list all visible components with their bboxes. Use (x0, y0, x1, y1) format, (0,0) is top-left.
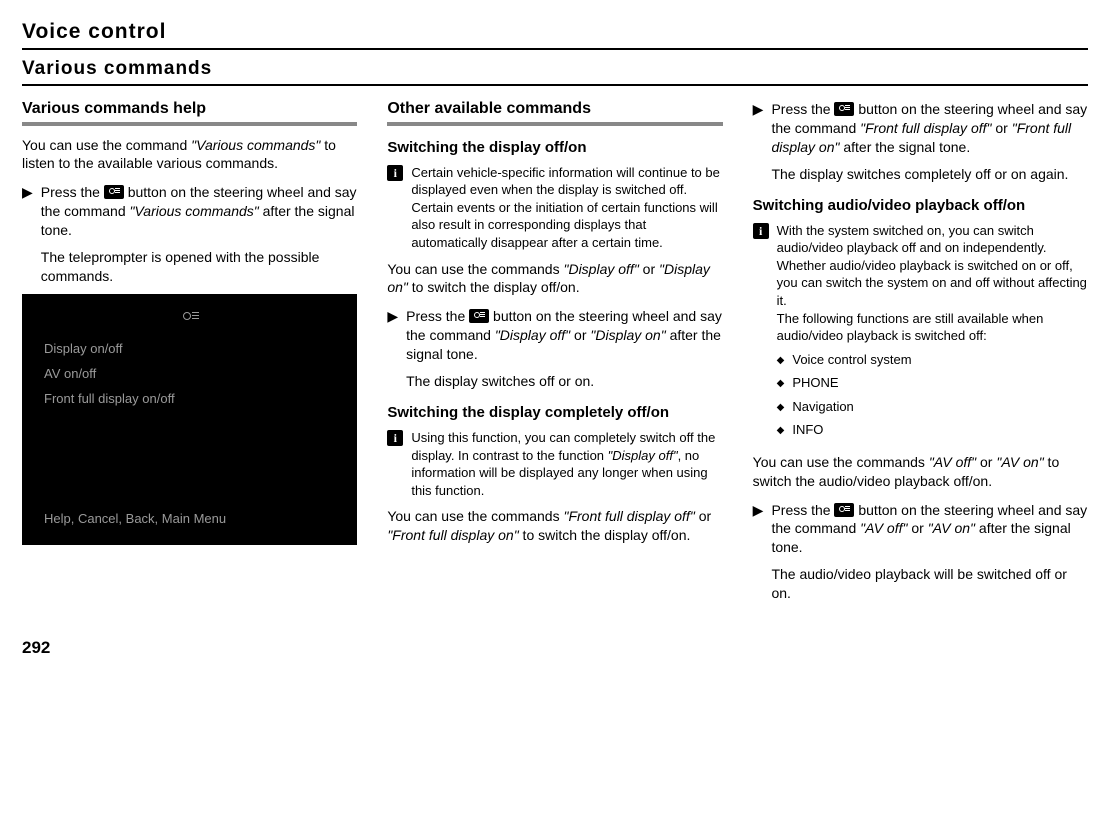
info-text: Certain vehicle-specific information wil… (411, 164, 722, 252)
list-item: ◆ PHONE (777, 374, 1088, 392)
screenshot-footer: Help, Cancel, Back, Main Menu (44, 470, 335, 528)
text: or (991, 120, 1011, 136)
text: to switch the display off/on. (408, 279, 580, 295)
result-text: The audio/video playback will be switche… (771, 565, 1088, 603)
bullet-icon: ◆ (777, 424, 785, 437)
result-text: The teleprompter is opened with the poss… (41, 248, 358, 286)
command-text: "Display off" (495, 327, 570, 343)
info-icon: i (387, 165, 403, 181)
result-text: The display switches off or on. (406, 372, 723, 391)
command-text: "Front full display off" (563, 508, 694, 524)
screenshot-item: Front full display on/off (44, 392, 335, 405)
teleprompter-screenshot: Display on/off AV on/off Front full disp… (22, 294, 357, 545)
section-header: Various commands (22, 56, 1088, 86)
text: Press the (771, 502, 834, 518)
bullet-icon: ◆ (777, 354, 785, 367)
instruction-step: ▶ Press the button on the steering wheel… (753, 100, 1088, 184)
text: or (976, 454, 996, 470)
text: or (695, 508, 711, 524)
list-item: ◆ Voice control system (777, 351, 1088, 369)
info-text: With the system switched on, you can swi… (777, 222, 1088, 310)
heading-various-commands-help: Various commands help (22, 98, 357, 126)
page-header: Voice control (22, 18, 1088, 50)
list-text: INFO (792, 421, 1088, 439)
info-icon: i (753, 223, 769, 239)
screenshot-item: AV on/off (44, 367, 335, 380)
paragraph: You can use the commands "AV off" or "AV… (753, 453, 1088, 491)
column-1: Various commands help You can use the co… (22, 94, 357, 609)
heading-switch-display: Switching the display off/on (387, 138, 722, 158)
heading-switch-display-completely: Switching the display completely off/on (387, 403, 722, 423)
page-number: 292 (22, 637, 1088, 660)
command-text: "AV on" (928, 520, 975, 536)
step-marker-icon: ▶ (22, 183, 33, 201)
text: You can use the command (22, 137, 191, 153)
text: or (570, 327, 590, 343)
text: Press the (406, 308, 469, 324)
voice-button-icon (834, 503, 854, 517)
text: or (639, 261, 659, 277)
list-text: PHONE (792, 374, 1088, 392)
info-note: i Using this function, you can completel… (387, 429, 722, 499)
command-text: "Various commands" (130, 203, 259, 219)
command-text: "Display on" (590, 327, 665, 343)
text: Press the (41, 184, 104, 200)
list-item: ◆ INFO (777, 421, 1088, 439)
text: or (907, 520, 927, 536)
info-note: i With the system switched on, you can s… (753, 222, 1088, 445)
info-text: The following functions are still availa… (777, 310, 1088, 345)
instruction-step: ▶ Press the button on the steering wheel… (387, 307, 722, 391)
paragraph: You can use the commands "Front full dis… (387, 507, 722, 545)
text: You can use the commands (387, 261, 563, 277)
voice-button-icon (834, 102, 854, 116)
text: after the signal tone. (839, 139, 970, 155)
intro-paragraph: You can use the command "Various command… (22, 136, 357, 174)
command-text: "Front full display off" (860, 120, 991, 136)
result-text: The display switches completely off or o… (771, 165, 1088, 184)
heading-other-commands: Other available commands (387, 98, 722, 126)
command-text: "Display off" (608, 448, 678, 463)
instruction-step: ▶ Press the button on the steering wheel… (22, 183, 357, 285)
info-text: Using this function, you can completely … (411, 429, 722, 499)
list-item: ◆ Navigation (777, 398, 1088, 416)
info-icon: i (387, 430, 403, 446)
bullet-icon: ◆ (777, 401, 785, 414)
command-text: "AV off" (929, 454, 976, 470)
text: You can use the commands (387, 508, 563, 524)
list-text: Navigation (792, 398, 1088, 416)
step-marker-icon: ▶ (753, 100, 764, 118)
column-3: ▶ Press the button on the steering wheel… (753, 94, 1088, 609)
text: Press the (771, 101, 834, 117)
heading-switch-av: Switching audio/video playback off/on (753, 196, 1088, 216)
command-text: "Various commands" (191, 137, 320, 153)
command-text: "Front full display on" (387, 527, 518, 543)
text: to switch the display off/on. (519, 527, 691, 543)
list-text: Voice control system (792, 351, 1088, 369)
info-note: i Certain vehicle-specific information w… (387, 164, 722, 252)
paragraph: You can use the commands "Display off" o… (387, 260, 722, 298)
bullet-icon: ◆ (777, 377, 785, 390)
voice-button-icon (469, 309, 489, 323)
screenshot-item: Display on/off (44, 342, 335, 355)
text: You can use the commands (753, 454, 929, 470)
command-text: "Display off" (563, 261, 638, 277)
step-marker-icon: ▶ (753, 501, 764, 519)
voice-icon (181, 312, 199, 326)
voice-button-icon (104, 185, 124, 199)
command-text: "AV off" (860, 520, 907, 536)
step-marker-icon: ▶ (387, 307, 398, 325)
column-2: Other available commands Switching the d… (387, 94, 722, 609)
command-text: "AV on" (996, 454, 1043, 470)
instruction-step: ▶ Press the button on the steering wheel… (753, 501, 1088, 603)
